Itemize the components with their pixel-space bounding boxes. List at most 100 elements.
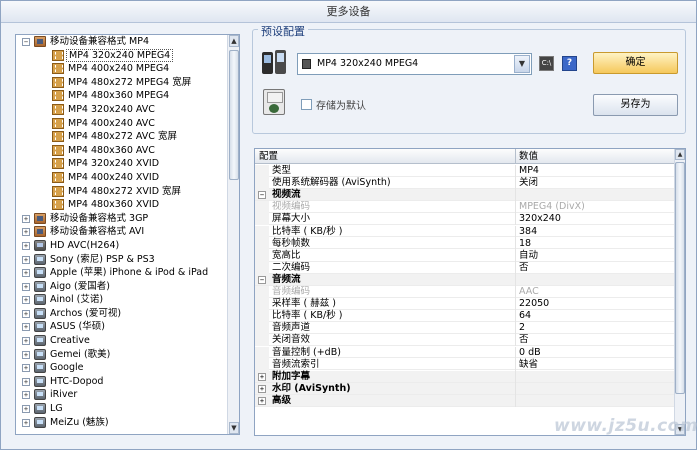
property-value[interactable]: 否 <box>519 262 529 274</box>
tree-node-group[interactable]: + MeiZu (魅族) <box>16 416 227 430</box>
property-value[interactable]: 否 <box>519 334 529 346</box>
expand-icon[interactable]: + <box>22 391 30 400</box>
tree-scroll-thumb[interactable] <box>229 50 239 180</box>
expand-icon[interactable]: + <box>22 309 30 318</box>
tree-node-preset[interactable]: MP4 480x360 MPEG4 <box>16 89 227 103</box>
property-row[interactable]: 使用系统解码器 (AviSynth) 关闭 <box>255 177 675 190</box>
tree-node-preset[interactable]: MP4 400x240 MPEG4 <box>16 62 227 76</box>
property-category[interactable]: − 音频流 <box>255 273 675 286</box>
tree-scroll-down-arrow-icon[interactable]: ▼ <box>229 422 239 434</box>
tree-node-group[interactable]: + Ainol (艾诺) <box>16 293 227 307</box>
tree-node-preset[interactable]: MP4 400x240 XVID <box>16 171 227 185</box>
column-header-setting[interactable]: 配置 <box>259 149 278 164</box>
tree-scroll-up-arrow-icon[interactable]: ▲ <box>229 35 239 47</box>
property-row[interactable]: 屏幕大小 320x240 <box>255 213 675 226</box>
tree-node-preset[interactable]: MP4 320x240 AVC <box>16 103 227 117</box>
property-row[interactable]: 音量控制 (+dB) 0 dB <box>255 346 675 359</box>
property-row[interactable]: 每秒帧数 18 <box>255 237 675 250</box>
property-row[interactable]: 宽高比 自动 <box>255 249 675 262</box>
property-row[interactable]: 关闭音效 否 <box>255 334 675 347</box>
property-row[interactable]: 音频声道 2 <box>255 322 675 335</box>
expand-icon[interactable]: + <box>22 364 30 373</box>
expand-icon[interactable]: + <box>22 269 30 278</box>
property-value[interactable]: 关闭 <box>519 177 538 189</box>
tree-node-preset[interactable]: MP4 480x360 XVID <box>16 198 227 212</box>
property-grid[interactable]: 配置 数值 类型 MP4 使用系统解码器 (AviSynth) 关闭 − 视频流 视频编码 M… <box>254 148 686 436</box>
expand-icon[interactable]: + <box>22 377 30 386</box>
expand-icon[interactable]: + <box>22 255 30 264</box>
tree-node-group[interactable]: + HD AVC(H264) <box>16 239 227 253</box>
expand-icon[interactable]: + <box>22 214 30 223</box>
collapse-icon[interactable]: − <box>258 191 266 200</box>
tree-node-preset[interactable]: MP4 480x272 MPEG4 宽屏 <box>16 76 227 90</box>
tree-node-group[interactable]: + 移动设备兼容格式 3GP <box>16 212 227 226</box>
expand-icon[interactable]: + <box>22 418 30 427</box>
preset-select[interactable]: MP4 320x240 MPEG4 ▼ <box>297 53 532 75</box>
expand-icon[interactable]: + <box>22 405 30 414</box>
tree-node-group[interactable]: + 移动设备兼容格式 AVI <box>16 225 227 239</box>
tree-node-preset[interactable]: MP4 320x240 MPEG4 <box>16 48 227 63</box>
collapse-icon[interactable]: − <box>22 38 30 46</box>
property-row[interactable]: 采样率 ( 赫兹 ) 22050 <box>255 298 675 311</box>
property-row[interactable]: 视频编码 MPEG4 (DivX) <box>255 201 675 214</box>
collapse-icon[interactable]: − <box>258 275 266 284</box>
expand-icon[interactable]: + <box>258 372 266 381</box>
tree-node-preset[interactable]: MP4 400x240 AVC <box>16 117 227 131</box>
tree-node-preset[interactable]: MP4 480x272 AVC 宽屏 <box>16 130 227 144</box>
property-scrollbar[interactable]: ▲ ▼ <box>674 149 685 435</box>
property-value[interactable]: 22050 <box>519 298 549 310</box>
tree-node-group[interactable]: + Creative <box>16 334 227 348</box>
expand-icon[interactable]: + <box>22 296 30 305</box>
property-value[interactable]: 2 <box>519 322 525 334</box>
tree-node-preset[interactable]: MP4 480x272 XVID 宽屏 <box>16 185 227 199</box>
chevron-down-icon[interactable]: ▼ <box>514 55 530 73</box>
props-scroll-thumb[interactable] <box>675 162 685 394</box>
expand-icon[interactable]: + <box>22 350 30 359</box>
command-line-button[interactable]: C:\ <box>539 56 554 71</box>
column-header-value[interactable]: 数值 <box>519 149 538 164</box>
ok-button[interactable]: 确定 <box>593 52 678 74</box>
property-value[interactable]: 320x240 <box>519 213 561 225</box>
property-row[interactable]: 比特率 ( KB/秒 ) 64 <box>255 310 675 323</box>
property-category[interactable]: − 视频流 <box>255 189 675 202</box>
tree-node-preset[interactable]: MP4 480x360 AVC <box>16 144 227 158</box>
property-row[interactable]: 类型 MP4 <box>255 165 675 177</box>
expand-icon[interactable]: + <box>22 323 30 332</box>
property-value[interactable]: 64 <box>519 310 531 322</box>
expand-icon[interactable]: + <box>258 384 266 393</box>
expand-icon[interactable]: + <box>258 396 266 405</box>
tree-node-group[interactable]: + iRiver <box>16 388 227 402</box>
property-category[interactable]: + 附加字幕 <box>255 370 675 383</box>
tree-node-group[interactable]: + LG <box>16 402 227 416</box>
save-as-default-checkbox[interactable] <box>301 99 312 110</box>
property-category[interactable]: + 水印 (AviSynth) <box>255 382 675 395</box>
tree-node-group[interactable]: + Aigo (爱国者) <box>16 280 227 294</box>
tree-node-group[interactable]: − 移动设备兼容格式 MP4 <box>16 35 227 49</box>
tree-scrollbar[interactable]: ▲ ▼ <box>227 35 239 434</box>
tree-node-group[interactable]: + Google <box>16 361 227 375</box>
save-as-button[interactable]: 另存为 <box>593 94 678 116</box>
property-value[interactable]: 18 <box>519 238 531 250</box>
expand-icon[interactable]: + <box>22 228 30 237</box>
expand-icon[interactable]: + <box>22 282 30 291</box>
property-value[interactable]: 缺省 <box>519 359 538 371</box>
property-value[interactable]: 384 <box>519 226 537 238</box>
expand-icon[interactable]: + <box>22 241 30 250</box>
device-tree[interactable]: − 移动设备兼容格式 MP4 MP4 320x240 MPEG4 MP4 400x24… <box>15 34 240 435</box>
tree-node-group[interactable]: + Apple (苹果) iPhone & iPod & iPad <box>16 266 227 280</box>
property-row[interactable]: 比特率 ( KB/秒 ) 384 <box>255 225 675 238</box>
property-value[interactable]: 0 dB <box>519 347 541 359</box>
property-value[interactable]: 自动 <box>519 250 538 262</box>
tree-node-preset[interactable]: MP4 320x240 XVID <box>16 157 227 171</box>
props-scroll-up-arrow-icon[interactable]: ▲ <box>675 149 685 160</box>
expand-icon[interactable]: + <box>22 337 30 346</box>
property-category[interactable]: + 高级 <box>255 394 675 407</box>
help-button[interactable]: ? <box>562 56 577 71</box>
tree-node-group[interactable]: + ASUS (华硕) <box>16 320 227 334</box>
tree-node-group[interactable]: + Sony (索尼) PSP & PS3 <box>16 253 227 267</box>
tree-node-group[interactable]: + Gemei (歌美) <box>16 348 227 362</box>
property-row[interactable]: 二次编码 否 <box>255 261 675 274</box>
property-value[interactable]: MP4 <box>519 165 539 177</box>
property-row[interactable]: 音频流索引 缺省 <box>255 358 675 371</box>
tree-node-group[interactable]: + HTC-Dopod <box>16 375 227 389</box>
